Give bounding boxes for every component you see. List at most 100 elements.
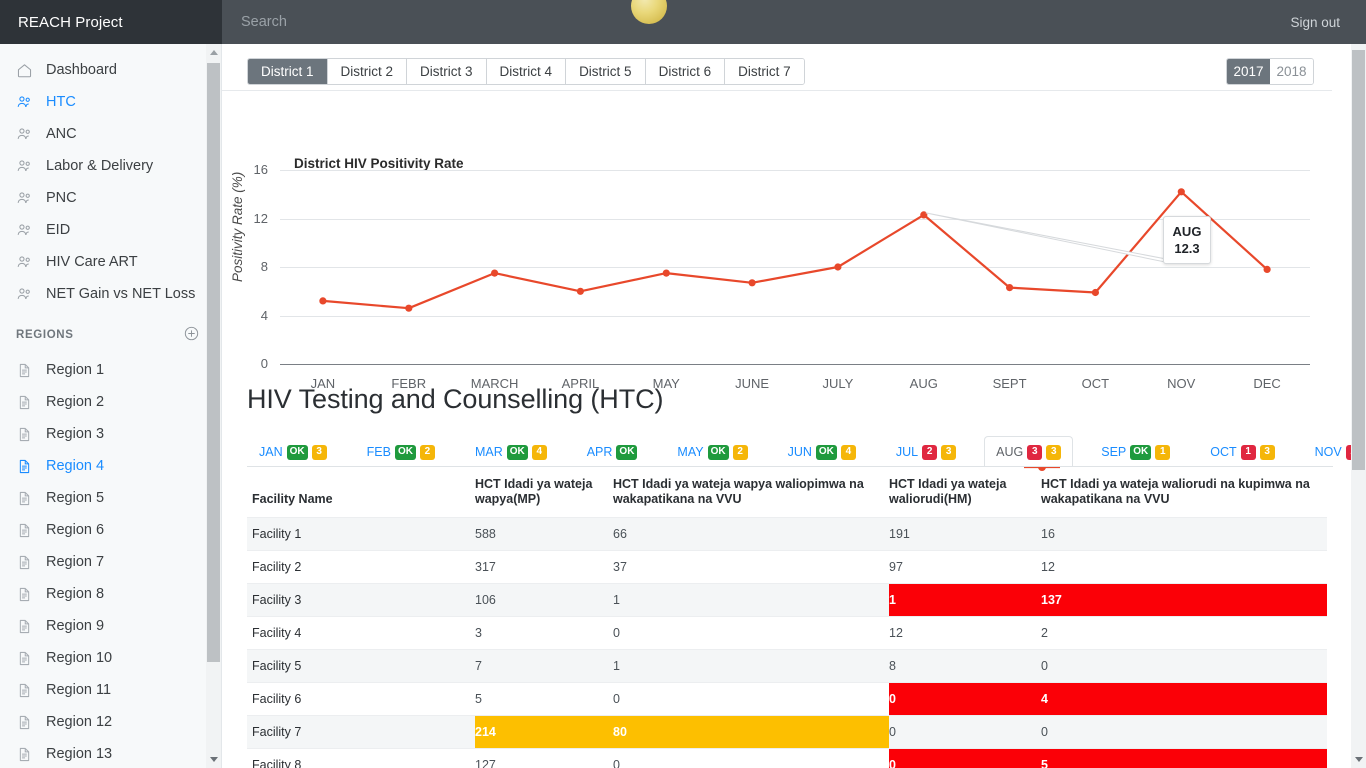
sign-out-button[interactable]: Sign out xyxy=(1290,0,1340,44)
search-input[interactable] xyxy=(224,0,1264,44)
month-tab-oct[interactable]: OCT13 xyxy=(1198,436,1286,467)
people-icon xyxy=(16,190,33,207)
sidebar-region-label: Region 11 xyxy=(46,682,111,698)
top-bar: REACH Project Sign out xyxy=(0,0,1366,44)
table-cell: 0 xyxy=(613,617,889,650)
table-row[interactable]: Facility 8127005 xyxy=(247,749,1327,768)
month-tab-badge-warn: 3 xyxy=(312,445,327,460)
sidebar-region-region-10[interactable]: Region 10 xyxy=(0,642,221,674)
month-tab-nov[interactable]: NOV25 xyxy=(1303,436,1351,467)
document-icon xyxy=(16,490,33,507)
month-tab-badge-err: 2 xyxy=(922,445,937,460)
table-row[interactable]: Facility 430122 xyxy=(247,617,1327,650)
plus-circle-icon[interactable] xyxy=(184,326,199,344)
month-tab-group: JANOK3FEBOK2MAROK4APROKMAYOK2JUNOK4JUL23… xyxy=(247,436,1333,467)
sidebar-region-region-8[interactable]: Region 8 xyxy=(0,578,221,610)
table-row[interactable]: Facility 65004 xyxy=(247,683,1327,716)
district-tab-7[interactable]: District 7 xyxy=(725,59,804,84)
sidebar-region-region-5[interactable]: Region 5 xyxy=(0,482,221,514)
table-header-cell: HCT Idadi ya wateja wapya(MP) xyxy=(475,467,613,518)
month-tab-jul[interactable]: JUL23 xyxy=(884,436,968,467)
facility-name-cell: Facility 5 xyxy=(247,650,475,683)
sidebar-region-label: Region 10 xyxy=(46,650,112,666)
people-icon xyxy=(16,254,33,271)
table-row[interactable]: Facility 310611137 xyxy=(247,584,1327,617)
table-row[interactable]: Facility 15886619116 xyxy=(247,518,1327,551)
sidebar-item-net-gain-vs-net-loss[interactable]: NET Gain vs NET Loss xyxy=(0,278,221,310)
sidebar-item-labor-delivery[interactable]: Labor & Delivery xyxy=(0,150,221,182)
year-tab-2018[interactable]: 2018 xyxy=(1270,59,1313,84)
sidebar-item-htc[interactable]: HTC xyxy=(0,86,221,118)
sidebar-region-region-3[interactable]: Region 3 xyxy=(0,418,221,450)
sidebar-item-label: HIV Care ART xyxy=(46,254,138,270)
sidebar-region-region-9[interactable]: Region 9 xyxy=(0,610,221,642)
month-tab-mar[interactable]: MAROK4 xyxy=(463,436,559,467)
people-icon xyxy=(16,94,33,111)
document-icon xyxy=(16,746,33,763)
month-tab-badge-ok: OK xyxy=(1130,445,1151,460)
document-icon xyxy=(16,682,33,699)
district-tab-1[interactable]: District 1 xyxy=(248,59,328,84)
sidebar-scroll-down-button[interactable] xyxy=(206,751,221,768)
sidebar-region-region-4[interactable]: Region 4 xyxy=(0,450,221,482)
sidebar-region-region-1[interactable]: Region 1 xyxy=(0,354,221,386)
month-tab-feb[interactable]: FEBOK2 xyxy=(355,436,447,467)
sidebar-item-label: NET Gain vs NET Loss xyxy=(46,286,195,302)
sidebar-scrollbar-track[interactable] xyxy=(206,44,221,768)
sidebar-region-region-6[interactable]: Region 6 xyxy=(0,514,221,546)
month-tab-apr[interactable]: APROK xyxy=(575,436,650,467)
sidebar-scrollbar-thumb[interactable] xyxy=(207,63,220,662)
sidebar-region-region-12[interactable]: Region 12 xyxy=(0,706,221,738)
month-tab-jan[interactable]: JANOK3 xyxy=(247,436,339,467)
tab-divider xyxy=(222,90,1332,91)
sidebar-item-hiv-care-art[interactable]: HIV Care ART xyxy=(0,246,221,278)
main-scroll-down-button[interactable] xyxy=(1351,751,1366,768)
district-tab-6[interactable]: District 6 xyxy=(646,59,726,84)
table-cell: 3 xyxy=(475,617,613,650)
table-cell-highlight-red: 137 xyxy=(1041,584,1327,617)
facility-table: Facility NameHCT Idadi ya wateja wapya(M… xyxy=(247,467,1327,768)
sidebar-item-eid[interactable]: EID xyxy=(0,214,221,246)
sidebar-scroll-up-button[interactable] xyxy=(206,44,221,61)
month-tab-badge-warn: 4 xyxy=(841,445,856,460)
table-row[interactable]: Facility 72148000 xyxy=(247,716,1327,749)
sidebar-region-region-2[interactable]: Region 2 xyxy=(0,386,221,418)
sidebar-item-anc[interactable]: ANC xyxy=(0,118,221,150)
month-tab-badge-ok: OK xyxy=(616,445,637,460)
month-tab-label: NOV xyxy=(1315,445,1342,459)
month-tab-jun[interactable]: JUNOK4 xyxy=(776,436,868,467)
table-cell-highlight-red: 4 xyxy=(1041,683,1327,716)
table-row[interactable]: Facility 57180 xyxy=(247,650,1327,683)
month-tab-may[interactable]: MAYOK2 xyxy=(665,436,759,467)
sidebar-region-region-13[interactable]: Region 13 xyxy=(0,738,221,768)
district-tab-5[interactable]: District 5 xyxy=(566,59,646,84)
district-tab-4[interactable]: District 4 xyxy=(487,59,567,84)
sidebar-item-label: HTC xyxy=(46,94,76,110)
main-scrollbar-thumb[interactable] xyxy=(1352,50,1365,470)
table-cell: 1 xyxy=(613,584,889,617)
sidebar-region-region-7[interactable]: Region 7 xyxy=(0,546,221,578)
page-title: HIV Testing and Counselling (HTC) xyxy=(247,384,663,415)
sidebar-item-pnc[interactable]: PNC xyxy=(0,182,221,214)
table-cell-highlight-red: 0 xyxy=(889,683,1041,716)
month-tab-badge-ok: OK xyxy=(816,445,837,460)
district-tab-2[interactable]: District 2 xyxy=(328,59,408,84)
regions-heading-label: REGIONS xyxy=(16,329,74,341)
sidebar-item-dashboard[interactable]: Dashboard xyxy=(0,54,221,86)
month-tab-sep[interactable]: SEPOK1 xyxy=(1089,436,1182,467)
sidebar-item-label: Labor & Delivery xyxy=(46,158,153,174)
sidebar-region-region-11[interactable]: Region 11 xyxy=(0,674,221,706)
table-header-row: Facility NameHCT Idadi ya wateja wapya(M… xyxy=(247,467,1327,518)
month-tab-label: JAN xyxy=(259,445,283,459)
app-brand-title: REACH Project xyxy=(0,0,222,44)
year-tab-2017[interactable]: 2017 xyxy=(1227,59,1270,84)
month-tab-aug[interactable]: AUG33 xyxy=(984,436,1073,467)
month-tab-badge-warn: 3 xyxy=(1260,445,1275,460)
home-icon xyxy=(16,62,33,79)
month-tab-label: MAY xyxy=(677,445,703,459)
month-tab-badge-warn: 3 xyxy=(1046,445,1061,460)
table-cell: 0 xyxy=(613,683,889,716)
table-row[interactable]: Facility 2317379712 xyxy=(247,551,1327,584)
month-tab-badge-err: 1 xyxy=(1241,445,1256,460)
district-tab-3[interactable]: District 3 xyxy=(407,59,487,84)
